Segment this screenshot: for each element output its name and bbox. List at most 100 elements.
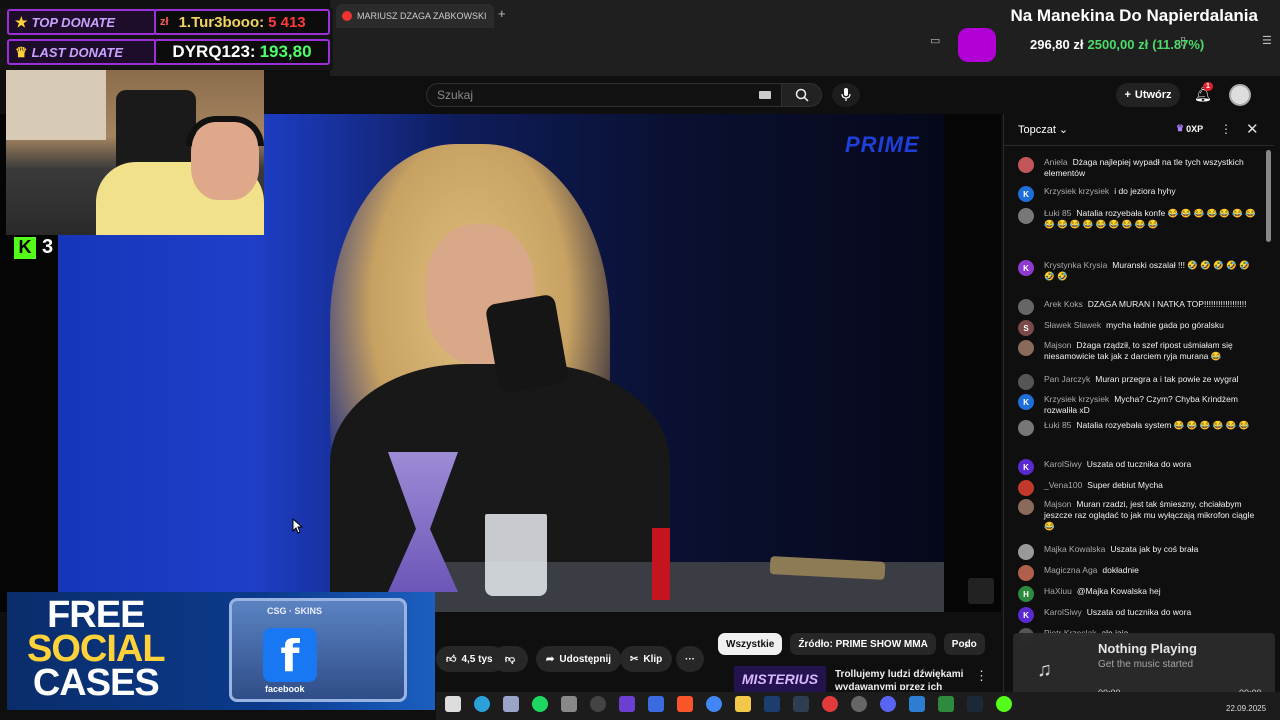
chip-source[interactable]: Źródło: PRIME SHOW MMA <box>790 633 936 655</box>
search-button[interactable] <box>782 83 822 107</box>
chat-author-name[interactable]: KarolSiwy <box>1044 607 1082 617</box>
goal-current: 296,80 zł <box>1030 37 1084 52</box>
chat-author-avatar[interactable] <box>1018 420 1034 436</box>
share-button[interactable]: ➦ Udostępnij <box>536 646 622 672</box>
taskbar-app-icon[interactable] <box>909 696 925 712</box>
chrome-icon[interactable] <box>706 696 722 712</box>
dislike-button[interactable]: 👎︎ <box>492 646 528 672</box>
goal-target: 2500,00 zł <box>1087 37 1149 52</box>
spotify-icon[interactable] <box>532 696 548 712</box>
chat-options-icon[interactable]: ⋮ <box>1220 122 1232 136</box>
goal-percent: (11.87%) <box>1152 37 1205 52</box>
chat-author-name[interactable]: Pan Jarczyk <box>1044 374 1090 384</box>
chat-author-name[interactable]: _Vena100 <box>1044 480 1082 490</box>
chat-author-name[interactable]: Sławek Sławek <box>1044 320 1101 330</box>
discord-icon[interactable] <box>880 696 896 712</box>
close-icon[interactable]: ✕ <box>1246 120 1259 138</box>
taskbar-app-icon[interactable] <box>445 696 461 712</box>
keyboard-icon[interactable] <box>759 91 771 99</box>
chat-author-name[interactable]: KarolSiwy <box>1044 459 1082 469</box>
more-actions-button[interactable]: ··· <box>676 646 704 672</box>
video-can <box>652 528 670 600</box>
chat-author-avatar[interactable]: K <box>1018 186 1034 202</box>
chat-author-name[interactable]: Łuki 85 <box>1044 420 1071 430</box>
photoshop-icon[interactable] <box>764 696 780 712</box>
search-input[interactable]: Szukaj <box>426 83 782 107</box>
chat-author-avatar[interactable] <box>1018 565 1034 581</box>
ad-line-2: SOCIAL <box>27 628 166 670</box>
chat-message-text: Natalia rozyebała system 😂 😂 😂 😂 😂 😂 <box>1076 420 1250 430</box>
browser-toolbar <box>330 28 1280 76</box>
notifications-button[interactable]: 🔔︎ 1 <box>1194 82 1213 103</box>
chat-mode-label: Topczat <box>1018 123 1056 136</box>
create-button[interactable]: + Utwórz <box>1116 83 1180 107</box>
steam-icon[interactable] <box>967 696 983 712</box>
chat-author-name[interactable]: Arek Koks <box>1044 299 1083 309</box>
like-count: 4,5 tys. <box>461 653 496 665</box>
chat-message-body: Łuki 85 Natalia rozyebała konfe 😂 😂 😂 😂 😂… <box>1044 208 1256 230</box>
taskbar-app-icon[interactable] <box>938 696 954 712</box>
chat-author-avatar[interactable]: K <box>1018 260 1034 276</box>
chat-author-name[interactable]: HaXiuu <box>1044 586 1072 596</box>
taskbar-app-icon[interactable] <box>996 696 1012 712</box>
taskbar-app-icon[interactable] <box>619 696 635 712</box>
taskbar-app-icon[interactable] <box>648 696 664 712</box>
chat-author-avatar[interactable] <box>1018 208 1034 224</box>
chat-author-name[interactable]: Majson <box>1044 499 1071 509</box>
chat-author-avatar[interactable] <box>1018 499 1034 515</box>
chat-author-avatar[interactable] <box>1018 340 1034 356</box>
new-tab-button[interactable]: + <box>498 6 506 21</box>
stream-title: Na Manekina Do Napierdalania <box>1010 6 1258 25</box>
clip-label: Klip <box>643 653 663 665</box>
chat-author-avatar[interactable]: K <box>1018 394 1034 410</box>
brave-icon[interactable] <box>677 696 693 712</box>
chat-author-avatar[interactable]: H <box>1018 586 1034 602</box>
telegram-icon[interactable] <box>474 696 490 712</box>
taskbar-app-icon[interactable] <box>822 696 838 712</box>
chevron-right-icon[interactable]: › <box>964 636 969 652</box>
browser-menu-icon[interactable]: ☰ <box>1262 34 1272 47</box>
chat-author-avatar[interactable] <box>1018 299 1034 315</box>
taskbar-date: 22.09.2025 <box>1226 704 1267 713</box>
chat-author-avatar[interactable]: K <box>1018 459 1034 475</box>
share-icon: ➦ <box>546 653 555 665</box>
chat-author-avatar[interactable] <box>1018 480 1034 496</box>
recommended-menu-icon[interactable]: ⋮ <box>975 668 988 684</box>
chat-author-name[interactable]: Aniela <box>1044 157 1068 167</box>
account-avatar[interactable] <box>1229 84 1251 106</box>
chat-author-name[interactable]: Łuki 85 <box>1044 208 1071 218</box>
chat-author-avatar[interactable] <box>1018 157 1034 173</box>
voice-search-button[interactable] <box>832 83 860 107</box>
recommended-title[interactable]: Trollujemy ludzi dźwiękami wydawanymi pr… <box>835 668 965 690</box>
chat-author-name[interactable]: Majka Kowalska <box>1044 544 1105 554</box>
chat-author-name[interactable]: Majson <box>1044 340 1071 350</box>
kick-viewer-count: 3 <box>42 236 54 258</box>
folder-icon[interactable] <box>735 696 751 712</box>
chip-all[interactable]: Wszystkie <box>718 633 783 655</box>
taskbar-app-icon[interactable] <box>561 696 577 712</box>
chat-author-name[interactable]: Krystynka Krysia <box>1044 260 1107 270</box>
webcam-overlay <box>6 70 264 235</box>
chat-scrollbar[interactable] <box>1266 150 1271 242</box>
taskbar-app-icon[interactable] <box>590 696 606 712</box>
chat-mode-dropdown[interactable]: Topczat ⌄ <box>1018 123 1068 137</box>
chat-author-avatar[interactable] <box>1018 544 1034 560</box>
chat-author-name[interactable]: Krzysiek krzysiek <box>1044 394 1109 404</box>
chat-author-name[interactable]: Krzysiek krzysiek <box>1044 186 1109 196</box>
browser-tab[interactable]: MARIUSZ DZAGA ZABKOWSKI - Szuk <box>336 4 494 28</box>
chat-author-avatar[interactable]: S <box>1018 320 1034 336</box>
clip-button[interactable]: ✂ Klip <box>620 646 673 672</box>
chat-author-avatar[interactable]: K <box>1018 607 1034 623</box>
taskbar-app-icon[interactable] <box>851 696 867 712</box>
cast-icon[interactable]: ▭ <box>930 34 940 47</box>
chat-author-avatar[interactable] <box>1018 374 1034 390</box>
recommended-thumbnail[interactable]: MISTERIUS <box>734 666 826 692</box>
xp-badge[interactable]: ♛ 0XP <box>1176 123 1203 134</box>
taskbar-app-icon[interactable] <box>793 696 809 712</box>
chat-message: _Vena100 Super debiut Mycha <box>1018 480 1256 496</box>
camera-icon[interactable] <box>503 696 519 712</box>
chat-message: Pan Jarczyk Muran przegra a i tak powie z… <box>1018 374 1256 390</box>
chat-author-name[interactable]: Magiczna Aga <box>1044 565 1097 575</box>
last-donate-label: ♛ LAST DONATE <box>7 39 157 65</box>
facebook-label: facebook <box>265 684 305 694</box>
